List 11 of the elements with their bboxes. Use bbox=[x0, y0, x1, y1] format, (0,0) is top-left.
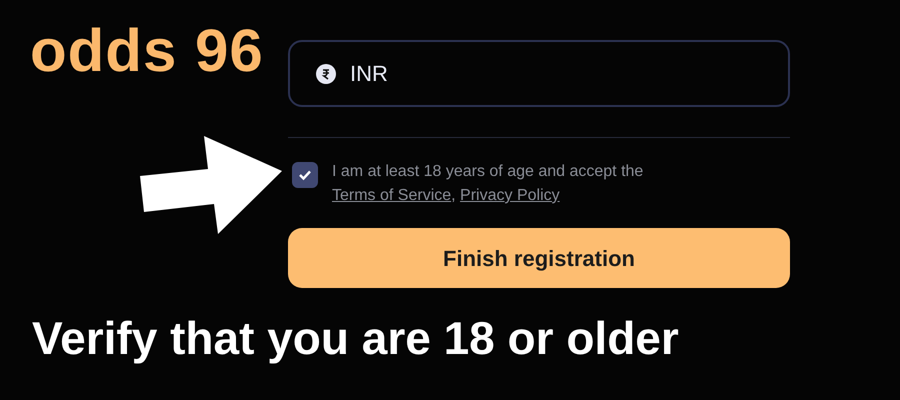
caption: Verify that you are 18 or older bbox=[32, 311, 679, 366]
rupee-icon bbox=[316, 64, 336, 84]
finish-registration-button[interactable]: Finish registration bbox=[288, 228, 790, 288]
checkbox[interactable] bbox=[292, 162, 318, 188]
currency-value: INR bbox=[350, 60, 388, 88]
currency-field[interactable]: INR bbox=[288, 40, 790, 107]
logo: odds 96 bbox=[30, 16, 264, 86]
check-icon bbox=[298, 168, 312, 182]
terms-link[interactable]: Terms of Service bbox=[332, 187, 452, 204]
privacy-link[interactable]: Privacy Policy bbox=[460, 187, 560, 204]
age-consent-text: I am at least 18 years of age and accept the Terms of Service, Privacy Policy bbox=[332, 162, 644, 206]
